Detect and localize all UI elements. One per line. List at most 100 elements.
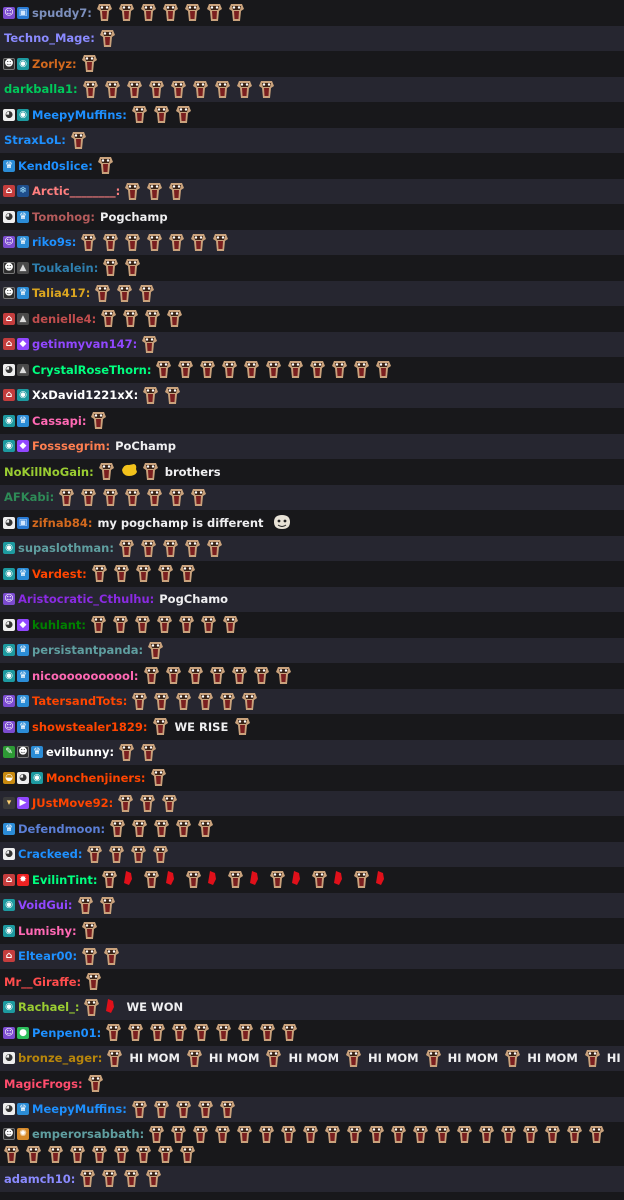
pogchamp-emote[interactable] [179,1145,196,1164]
mod-badge-icon[interactable]: ☻ [3,57,15,70]
pogchamp-emote[interactable] [146,488,163,507]
face-emote[interactable] [272,513,292,532]
chat-username[interactable]: MeepyMuffins [32,108,122,122]
chat-username[interactable]: Zorlyz [32,57,72,71]
teal-badge-icon[interactable]: ◉ [3,669,15,682]
pogchamp-emote[interactable] [153,692,170,711]
chat-username[interactable]: evilbunny [46,745,109,759]
chat-username[interactable]: adamch10 [4,1172,71,1186]
pogchamp-emote[interactable] [3,1145,20,1164]
gem-badge-icon[interactable]: ◆ [17,440,29,453]
pogchamp-emote[interactable] [153,819,170,838]
pogchamp-emote[interactable] [215,1023,232,1042]
pogchamp-emote[interactable] [118,743,135,762]
pogchamp-emote[interactable] [58,488,75,507]
pogchamp-emote[interactable] [275,666,292,685]
pogchamp-emote[interactable] [153,105,170,124]
pogchamp-emote[interactable] [190,488,207,507]
red-splash-emote[interactable] [165,870,175,889]
teal-badge-icon[interactable]: ◉ [31,771,43,784]
pogchamp-red-emote[interactable] [269,870,286,889]
pogchamp-emote[interactable] [105,1023,122,1042]
mod-badge-icon[interactable]: ☻ [3,287,15,300]
pogchamp-emote[interactable] [164,386,181,405]
pogchamp-emote[interactable] [145,1169,162,1188]
pogchamp-emote[interactable] [456,1125,473,1144]
pogchamp-emote[interactable] [124,182,141,201]
pogchamp-emote[interactable] [116,284,133,303]
chat-username[interactable]: emperorsabbath [32,1127,140,1141]
pogchamp-emote[interactable] [148,80,165,99]
pogchamp-emote[interactable] [47,1145,64,1164]
pogchamp-emote[interactable] [175,692,192,711]
pogchamp-emote[interactable] [94,284,111,303]
pogchamp-emote[interactable] [584,1049,601,1068]
chat-username[interactable]: Talia417 [32,286,86,300]
pogchamp-emote[interactable] [146,233,163,252]
chat-username[interactable]: Penpen01 [32,1026,97,1040]
pogchamp-emote[interactable] [81,54,98,73]
house-badge-icon[interactable]: ⌂ [3,389,15,402]
chat-username[interactable]: Mr__Giraffe [4,975,77,989]
pogchamp-emote[interactable] [150,768,167,787]
red-splash-emote[interactable] [105,998,115,1017]
pogchamp-emote[interactable] [346,1125,363,1144]
pogchamp-emote[interactable] [199,360,216,379]
pogchamp-emote[interactable] [108,845,125,864]
pogchamp-emote[interactable] [141,335,158,354]
pogchamp-emote[interactable] [212,233,229,252]
chat-username[interactable]: getinmyvan147 [32,337,133,351]
pogchamp-emote[interactable] [157,1145,174,1164]
pogchamp-emote[interactable] [345,1049,362,1068]
pogchamp-emote[interactable] [118,539,135,558]
cow-badge-icon[interactable]: ◕ [17,771,29,784]
red-splash-emote[interactable] [375,870,385,889]
pogchamp-emote[interactable] [184,3,201,22]
pogchamp-red-emote[interactable] [227,870,244,889]
chat-username[interactable]: Aristocratic_Cthulhu [18,592,150,606]
chat-username[interactable]: Lumishy [18,924,72,938]
pogchamp-red-emote[interactable] [185,870,202,889]
pogchamp-emote[interactable] [192,1125,209,1144]
pogchamp-emote[interactable] [139,794,156,813]
chat-username[interactable]: nicooooooooool [32,669,134,683]
pogchamp-emote[interactable] [90,411,107,430]
pogchamp-emote[interactable] [522,1125,539,1144]
pogchamp-emote[interactable] [236,80,253,99]
house-badge-icon[interactable]: ⌂ [3,950,15,963]
chat-username[interactable]: spuddy7 [32,6,87,20]
pogchamp-red-emote[interactable] [353,870,370,889]
pogchamp-emote[interactable] [353,360,370,379]
pogchamp-emote[interactable] [140,743,157,762]
chat-username[interactable]: riko9s [32,235,72,249]
pogchamp-emote[interactable] [168,233,185,252]
pogchamp-emote[interactable] [236,1125,253,1144]
pogchamp-emote[interactable] [124,488,141,507]
mod-badge-icon[interactable]: ☻ [17,746,29,759]
sub-badge-icon[interactable]: ☺ [3,6,15,19]
pogchamp-emote[interactable] [228,3,245,22]
pogchamp-emote[interactable] [81,921,98,940]
pogchamp-emote[interactable] [140,3,157,22]
pogchamp-emote[interactable] [126,80,143,99]
pogchamp-emote[interactable] [193,1023,210,1042]
pogchamp-emote[interactable] [148,1125,165,1144]
pogchamp-emote[interactable] [504,1049,521,1068]
pogchamp-emote[interactable] [265,360,282,379]
pogchamp-emote[interactable] [82,80,99,99]
pogchamp-emote[interactable] [153,1100,170,1119]
sub-badge-icon[interactable]: ☺ [3,593,15,606]
pogchamp-emote[interactable] [175,105,192,124]
chat-username[interactable]: Toukalein [32,261,94,275]
house-badge-icon[interactable]: ⌂ [3,312,15,325]
teal-badge-icon[interactable]: ◉ [3,644,15,657]
pogchamp-emote[interactable] [152,845,169,864]
pogchamp-emote[interactable] [146,182,163,201]
pogchamp-emote[interactable] [177,360,194,379]
pogchamp-emote[interactable] [175,1100,192,1119]
pogchamp-emote[interactable] [142,386,159,405]
pogchamp-emote[interactable] [102,488,119,507]
pogchamp-emote[interactable] [149,1023,166,1042]
chat-username[interactable]: persistantpanda [32,643,138,657]
pogchamp-emote[interactable] [412,1125,429,1144]
